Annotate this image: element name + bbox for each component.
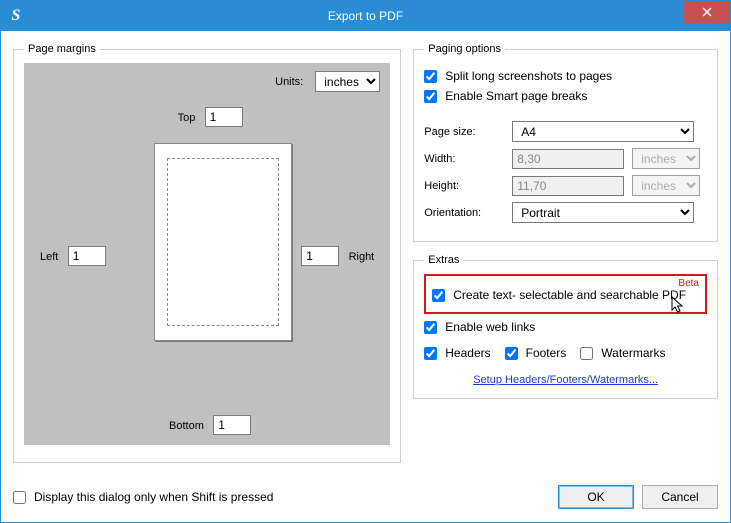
- margin-left-input[interactable]: [68, 246, 106, 266]
- ok-button[interactable]: OK: [558, 485, 634, 509]
- footers-checkbox[interactable]: [505, 347, 518, 360]
- split-screenshots-checkbox[interactable]: [424, 70, 437, 83]
- smart-page-breaks-checkbox[interactable]: [424, 90, 437, 103]
- enable-web-links-checkbox-row[interactable]: Enable web links: [424, 320, 707, 334]
- display-shift-checkbox[interactable]: [13, 491, 26, 504]
- smart-page-breaks-label: Enable Smart page breaks: [445, 89, 587, 103]
- units-label: Units:: [275, 76, 303, 88]
- page-preview-inner: [167, 158, 279, 326]
- margin-bottom-label: Bottom: [169, 420, 204, 432]
- titlebar: S Export to PDF: [1, 1, 730, 31]
- page-margins-preview: Units: inches Top Left: [24, 63, 390, 445]
- dialog-footer: Display this dialog only when Shift is p…: [13, 484, 718, 510]
- height-label: Height:: [424, 180, 504, 192]
- enable-web-links-label: Enable web links: [445, 320, 535, 334]
- footers-label: Footers: [526, 346, 567, 360]
- page-margins-group: Page margins Units: inches Top Left: [13, 43, 401, 463]
- setup-headers-footers-link[interactable]: Setup Headers/Footers/Watermarks...: [473, 374, 658, 386]
- close-button[interactable]: [684, 1, 730, 23]
- width-input[interactable]: [512, 149, 624, 169]
- enable-web-links-checkbox[interactable]: [424, 321, 437, 334]
- paging-options-group: Paging options Split long screenshots to…: [413, 43, 718, 242]
- orientation-select[interactable]: Portrait: [512, 202, 694, 223]
- page-size-label: Page size:: [424, 126, 504, 138]
- paging-options-legend: Paging options: [424, 43, 505, 55]
- watermarks-label: Watermarks: [601, 346, 665, 360]
- margin-left-label: Left: [40, 251, 58, 263]
- beta-badge: Beta: [678, 278, 699, 289]
- smart-page-breaks-checkbox-row[interactable]: Enable Smart page breaks: [424, 89, 707, 103]
- margin-bottom-input[interactable]: [213, 415, 251, 435]
- display-shift-label: Display this dialog only when Shift is p…: [34, 490, 273, 504]
- orientation-label: Orientation:: [424, 207, 504, 219]
- width-unit-select[interactable]: inches: [632, 148, 700, 169]
- page-margins-legend: Page margins: [24, 43, 100, 55]
- watermarks-checkbox-row[interactable]: Watermarks: [580, 346, 665, 360]
- cursor-icon: [671, 296, 685, 316]
- headers-checkbox[interactable]: [424, 347, 437, 360]
- split-screenshots-checkbox-row[interactable]: Split long screenshots to pages: [424, 69, 707, 83]
- margin-top-label: Top: [178, 112, 196, 124]
- headers-checkbox-row[interactable]: Headers: [424, 346, 490, 360]
- width-label: Width:: [424, 153, 504, 165]
- searchable-pdf-label: Create text- selectable and searchable P…: [453, 288, 686, 302]
- margin-top-input[interactable]: [205, 107, 243, 127]
- height-input[interactable]: [512, 176, 624, 196]
- margin-right-label: Right: [349, 251, 375, 263]
- page-preview-outer: [154, 143, 292, 341]
- display-shift-checkbox-row[interactable]: Display this dialog only when Shift is p…: [13, 490, 273, 504]
- export-to-pdf-dialog: S Export to PDF Page margins Units: inch…: [0, 0, 731, 523]
- app-icon: S: [1, 7, 31, 25]
- units-select[interactable]: inches: [315, 71, 380, 92]
- margin-right-input[interactable]: [301, 246, 339, 266]
- searchable-pdf-checkbox-row[interactable]: Create text- selectable and searchable P…: [432, 288, 699, 302]
- page-size-select[interactable]: A4: [512, 121, 694, 142]
- extras-group: Extras Beta Create text- selectable and …: [413, 254, 718, 399]
- searchable-pdf-checkbox[interactable]: [432, 289, 445, 302]
- watermarks-checkbox[interactable]: [580, 347, 593, 360]
- cancel-button[interactable]: Cancel: [642, 485, 718, 509]
- dialog-content: Page margins Units: inches Top Left: [1, 31, 730, 522]
- extras-legend: Extras: [424, 254, 463, 266]
- close-icon: [702, 7, 712, 17]
- height-unit-select[interactable]: inches: [632, 175, 700, 196]
- searchable-pdf-highlight: Beta Create text- selectable and searcha…: [424, 274, 707, 314]
- headers-label: Headers: [445, 346, 490, 360]
- footers-checkbox-row[interactable]: Footers: [505, 346, 567, 360]
- split-screenshots-label: Split long screenshots to pages: [445, 69, 612, 83]
- window-title: Export to PDF: [1, 9, 730, 23]
